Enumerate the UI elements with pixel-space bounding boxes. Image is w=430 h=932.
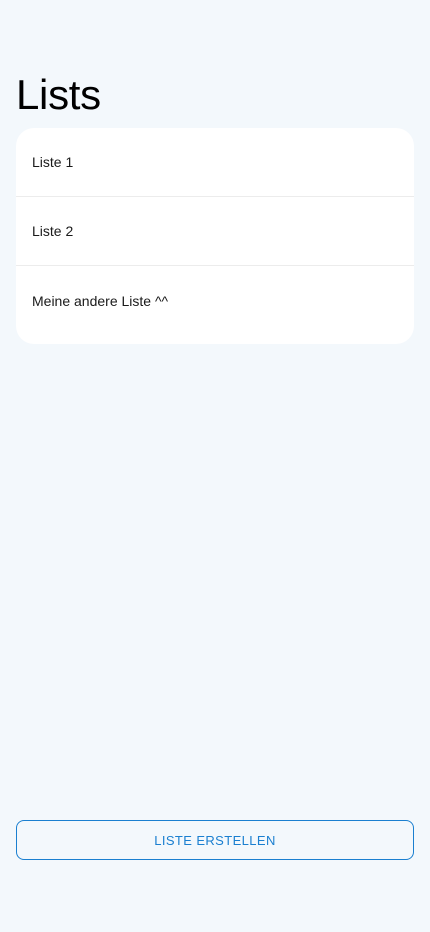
create-list-button[interactable]: LISTE ERSTELLEN <box>16 820 414 860</box>
list-item-label: Liste 2 <box>32 223 74 239</box>
page-title: Lists <box>16 71 101 118</box>
list-item-label: Liste 1 <box>32 154 74 170</box>
list-item[interactable]: Liste 1 <box>16 128 414 197</box>
list-item[interactable]: Meine andere Liste ^^ <box>16 266 414 335</box>
lists-card: Liste 1 Liste 2 Meine andere Liste ^^ <box>16 128 414 344</box>
list-item-label: Meine andere Liste ^^ <box>32 292 169 309</box>
list-item[interactable]: Liste 2 <box>16 197 414 266</box>
